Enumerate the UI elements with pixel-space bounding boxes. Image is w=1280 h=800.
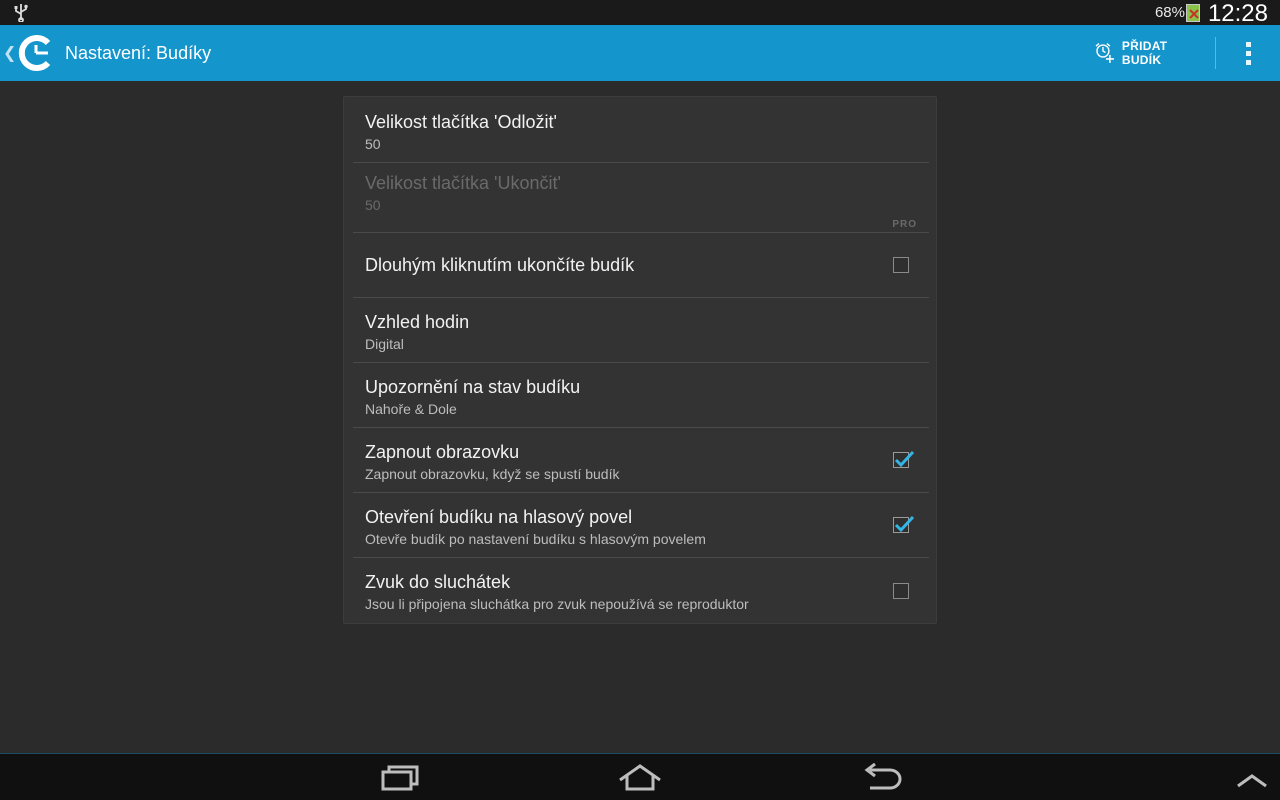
- settings-card: Velikost tlačítka 'Odložit' 50 Velikost …: [343, 96, 937, 624]
- setting-title: Dlouhým kliknutím ukončíte budík: [365, 255, 635, 275]
- setting-voice-command[interactable]: Otevření budíku na hlasový povel Otevře …: [353, 493, 929, 558]
- setting-title: Otevření budíku na hlasový povel: [365, 507, 633, 527]
- setting-title: Zvuk do sluchátek: [365, 572, 511, 592]
- setting-title: Velikost tlačítka 'Odložit': [365, 112, 557, 132]
- setting-snooze-size[interactable]: Velikost tlačítka 'Odložit' 50: [353, 97, 929, 163]
- add-alarm-icon: [1095, 43, 1114, 63]
- action-bar: ❮ Nastavení: Budíky PŘIDAT BUDÍK: [0, 25, 1280, 81]
- setting-title: Upozornění na stav budíku: [365, 377, 581, 397]
- setting-value: Jsou li připojena sluchátka pro zvuk nep…: [365, 596, 749, 612]
- clock: 12:28: [1207, 0, 1268, 27]
- long-click-checkbox[interactable]: [893, 257, 909, 273]
- add-alarm-button[interactable]: PŘIDAT BUDÍK: [1094, 25, 1210, 81]
- add-alarm-label: PŘIDAT BUDÍK: [1121, 39, 1168, 67]
- setting-value: Otevře budík po nastavení budíku s hlaso…: [365, 531, 706, 547]
- usb-icon: [14, 4, 28, 22]
- checkmark-icon: [894, 450, 915, 468]
- voice-command-checkbox[interactable]: [893, 515, 915, 533]
- collapse-up-icon[interactable]: [1236, 762, 1268, 794]
- setting-headphone-sound[interactable]: Zvuk do sluchátek Jsou li připojena sluc…: [353, 558, 929, 624]
- battery-percentage: 68%: [1154, 4, 1185, 21]
- setting-title: Vzhled hodin: [365, 312, 470, 332]
- pro-badge: PRO: [892, 219, 917, 230]
- action-divider: [1215, 37, 1216, 69]
- setting-alarm-notification[interactable]: Upozornění na stav budíku Nahoře & Dole: [353, 363, 929, 428]
- back-chevron-icon[interactable]: ❮: [3, 43, 16, 63]
- setting-screen-on[interactable]: Zapnout obrazovku Zapnout obrazovku, kdy…: [353, 428, 929, 493]
- screen-on-checkbox[interactable]: [893, 450, 915, 468]
- headphone-checkbox[interactable]: [893, 583, 909, 599]
- navigation-bar: [0, 753, 1280, 800]
- setting-title: Velikost tlačítka 'Ukončit': [365, 173, 561, 193]
- checkmark-icon: [894, 515, 915, 533]
- setting-long-click-dismiss[interactable]: Dlouhým kliknutím ukončíte budík: [353, 233, 929, 298]
- setting-value: Digital: [365, 336, 404, 352]
- setting-clock-style[interactable]: Vzhled hodin Digital: [353, 298, 929, 363]
- setting-title: Zapnout obrazovku: [365, 442, 520, 462]
- setting-value: 50: [365, 136, 381, 152]
- setting-dismiss-size[interactable]: Velikost tlačítka 'Ukončit' 50 PRO: [353, 163, 929, 233]
- status-bar: 68% 12:28: [0, 0, 1280, 27]
- page-title: Nastavení: Budíky: [65, 43, 212, 63]
- home-icon[interactable]: [618, 762, 662, 794]
- setting-value: 50: [365, 197, 381, 213]
- back-icon[interactable]: [862, 762, 902, 794]
- recent-apps-icon[interactable]: [380, 762, 420, 794]
- battery-icon: [1186, 4, 1200, 22]
- app-logo-icon[interactable]: [17, 32, 55, 74]
- setting-value: Nahoře & Dole: [365, 401, 457, 417]
- overflow-menu-icon[interactable]: [1238, 39, 1258, 67]
- setting-value: Zapnout obrazovku, když se spustí budík: [365, 466, 620, 482]
